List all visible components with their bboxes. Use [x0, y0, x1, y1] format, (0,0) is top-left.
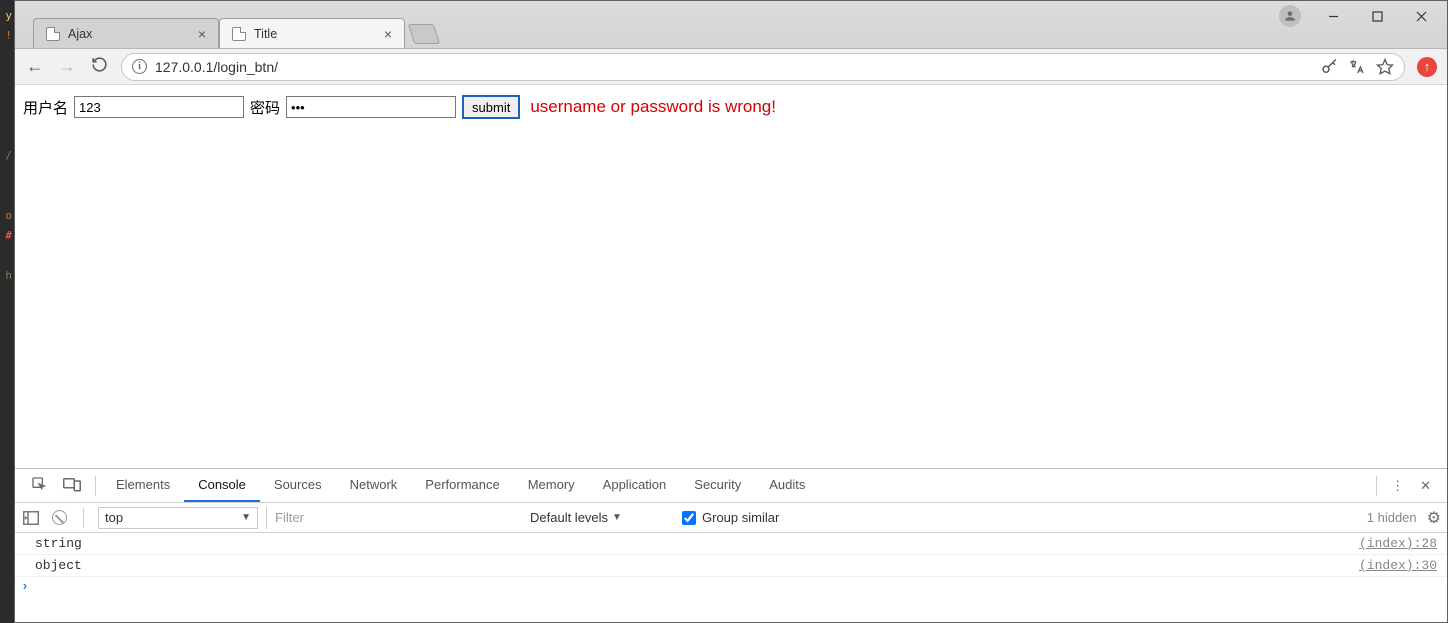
url-omnibox[interactable]: i 127.0.0.1/login_btn/ — [121, 53, 1405, 81]
tab-close-icon[interactable]: × — [382, 26, 394, 42]
key-icon[interactable] — [1320, 58, 1338, 76]
bookmark-star-icon[interactable] — [1376, 58, 1394, 76]
devtools-tab-elements[interactable]: Elements — [102, 469, 184, 502]
nav-forward-button[interactable]: → — [57, 56, 77, 77]
password-label: 密码 — [250, 97, 280, 118]
console-log-row[interactable]: string(index):28 — [15, 533, 1447, 555]
new-tab-button[interactable] — [408, 24, 440, 44]
devtools-toolbar: ElementsConsoleSourcesNetworkPerformance… — [15, 469, 1447, 503]
devtools-tab-application[interactable]: Application — [589, 469, 681, 502]
devtools-tab-network[interactable]: Network — [336, 469, 412, 502]
log-message: string — [35, 536, 1359, 551]
context-dropdown[interactable]: top ▼ — [98, 507, 258, 529]
hidden-messages-label[interactable]: 1 hidden — [1367, 510, 1417, 525]
username-label: 用户名 — [23, 97, 68, 118]
address-bar: ← → i 127.0.0.1/login_btn/ ↑ — [15, 49, 1447, 85]
devtools-tab-performance[interactable]: Performance — [411, 469, 513, 502]
log-source-link[interactable]: (index):28 — [1359, 536, 1437, 551]
nav-back-button[interactable]: ← — [25, 56, 45, 77]
browser-tab[interactable]: Title × — [219, 18, 405, 48]
window-controls — [1279, 1, 1443, 31]
nav-reload-button[interactable] — [89, 56, 109, 77]
log-levels-dropdown[interactable]: Default levels ▼ — [524, 507, 674, 529]
devtools-tab-security[interactable]: Security — [680, 469, 755, 502]
group-similar-label: Group similar — [702, 510, 779, 525]
device-toggle-icon[interactable] — [55, 476, 89, 495]
login-form: 用户名 密码 submit username or password is wr… — [23, 95, 1439, 119]
group-similar-checkbox[interactable]: Group similar — [682, 510, 779, 525]
tab-title: Title — [254, 27, 374, 41]
password-input[interactable] — [286, 96, 456, 118]
window-close-button[interactable] — [1399, 1, 1443, 31]
browser-titlebar: Ajax × Title × — [15, 1, 1447, 49]
console-prompt[interactable] — [15, 577, 1447, 596]
browser-window: Ajax × Title × ← → i 127.0.0.1/login_btn/ — [14, 0, 1448, 623]
chevron-down-icon: ▼ — [241, 512, 251, 523]
username-input[interactable] — [74, 96, 244, 118]
page-icon — [46, 27, 60, 41]
console-settings-icon[interactable]: ⚙ — [1427, 508, 1441, 528]
url-text: 127.0.0.1/login_btn/ — [155, 59, 1312, 75]
console-toolbar: top ▼ Default levels ▼ Group similar 1 h… — [15, 503, 1447, 533]
devtools-tabs: ElementsConsoleSourcesNetworkPerformance… — [102, 469, 819, 502]
inspect-element-icon[interactable] — [23, 476, 55, 495]
devtools-menu-icon[interactable]: ⋮ — [1383, 478, 1412, 494]
window-minimize-button[interactable] — [1311, 1, 1355, 31]
console-sidebar-toggle-icon[interactable] — [21, 509, 41, 527]
devtools-tab-sources[interactable]: Sources — [260, 469, 336, 502]
chevron-down-icon: ▼ — [612, 512, 622, 523]
omnibox-actions — [1320, 58, 1394, 76]
log-levels-value: Default levels — [530, 510, 608, 525]
context-dropdown-value: top — [105, 510, 123, 525]
log-message: object — [35, 558, 1359, 573]
editor-gutter: y!/o#h — [0, 0, 14, 623]
devtools-tab-audits[interactable]: Audits — [755, 469, 819, 502]
tab-close-icon[interactable]: × — [196, 26, 208, 42]
tab-row: Ajax × Title × — [15, 1, 405, 48]
devtools-panel: ElementsConsoleSourcesNetworkPerformance… — [15, 468, 1447, 622]
tab-title: Ajax — [68, 27, 188, 41]
translate-icon[interactable] — [1348, 58, 1366, 76]
group-similar-input[interactable] — [682, 511, 696, 525]
clear-console-icon[interactable] — [49, 509, 69, 527]
console-output[interactable]: string(index):28object(index):30 — [15, 533, 1447, 622]
devtools-tab-console[interactable]: Console — [184, 469, 260, 502]
page-content: 用户名 密码 submit username or password is wr… — [15, 85, 1447, 468]
browser-tab[interactable]: Ajax × — [33, 18, 219, 48]
devtools-tab-memory[interactable]: Memory — [514, 469, 589, 502]
user-account-icon[interactable] — [1279, 5, 1301, 27]
console-log-row[interactable]: object(index):30 — [15, 555, 1447, 577]
submit-button[interactable]: submit — [462, 95, 520, 119]
extension-badge-icon[interactable]: ↑ — [1417, 57, 1437, 77]
error-message: username or password is wrong! — [530, 97, 776, 117]
site-info-icon[interactable]: i — [132, 59, 147, 74]
page-icon — [232, 27, 246, 41]
log-source-link[interactable]: (index):30 — [1359, 558, 1437, 573]
window-maximize-button[interactable] — [1355, 1, 1399, 31]
console-filter-input[interactable] — [266, 507, 516, 529]
devtools-close-icon[interactable]: ✕ — [1412, 478, 1439, 494]
